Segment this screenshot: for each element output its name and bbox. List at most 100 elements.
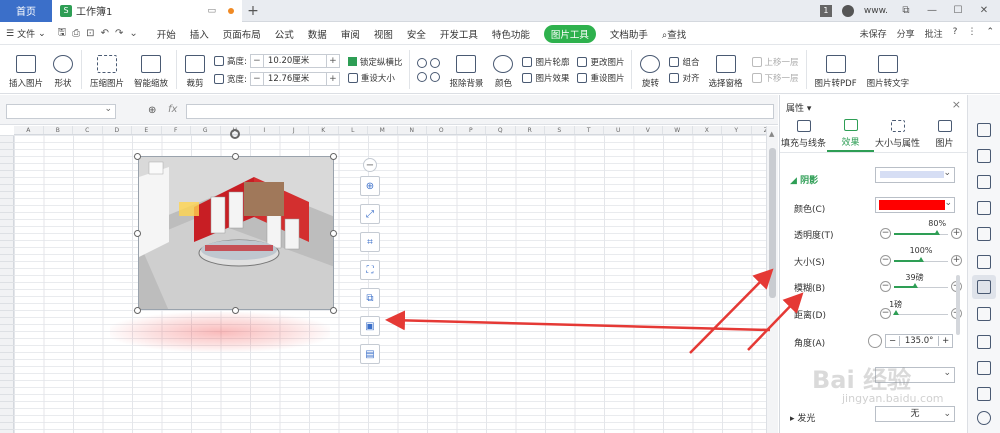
size-increase-button[interactable]: + [951,255,962,266]
minimize-icon[interactable]: — [924,5,940,16]
shadow-color-picker[interactable] [875,197,955,213]
tab-fill-line[interactable]: 填充与线条 [780,117,827,152]
column-header-p[interactable]: P [457,126,486,134]
sliders-icon[interactable] [977,280,991,294]
help-icon[interactable]: ? [953,27,958,40]
resize-handle-bottom-left[interactable] [134,307,141,314]
more-icon[interactable]: ⌄ [129,28,137,39]
float-effects-button[interactable]: ▣ [360,316,380,336]
column-header-u[interactable]: U [604,126,634,134]
user-name[interactable]: www. [864,6,888,16]
slider-knob[interactable] [918,257,924,262]
column-header-w[interactable]: W [663,126,693,134]
compress-image-button[interactable]: 压缩图片 [85,46,129,93]
name-box[interactable] [6,104,116,119]
float-more-button[interactable]: ▤ [360,344,380,364]
float-layout-button[interactable]: ⧉ [360,288,380,308]
height-decrease-button[interactable]: − [251,56,263,66]
menu-home[interactable]: 开始 [157,27,176,41]
column-header-e[interactable]: E [132,126,162,134]
width-increase-button[interactable]: + [327,74,339,84]
cell-grid[interactable] [14,135,766,433]
slider-knob[interactable] [934,230,941,235]
preview-icon[interactable]: ⊡ [86,28,94,39]
change-image-button[interactable]: 更改图片 [577,56,624,68]
contrast-up-icon[interactable] [417,71,428,82]
send-backward-button[interactable]: 下移一层 [751,72,799,84]
tab-home[interactable]: 首页 [0,0,52,22]
group-button[interactable]: 组合 [669,56,700,68]
align-button[interactable]: 对齐 [669,72,700,84]
transparency-slider[interactable]: − 80% + [880,219,962,240]
color-button[interactable]: 颜色 [488,46,518,93]
column-header-f[interactable]: F [162,126,191,134]
crop-button[interactable]: 裁剪 [180,46,210,93]
transparency-increase-button[interactable]: + [951,228,962,239]
menu-data[interactable]: 数据 [308,27,327,41]
smart-zoom-button[interactable]: 智能缩放 [129,46,173,93]
column-header-d[interactable]: D [103,126,132,134]
style-icon[interactable] [977,175,991,189]
column-header-z[interactable]: Z [752,126,766,134]
size-slider[interactable]: − 100% + [880,246,962,267]
collapse-toolbar-button[interactable]: − [363,158,377,172]
column-header-k[interactable]: K [309,126,339,134]
glow-section-header[interactable]: ▸ 发光 [790,411,815,424]
brightness-down-icon[interactable] [430,57,441,68]
reset-size-button[interactable]: 重设大小 [347,72,403,84]
chart-icon[interactable] [977,227,991,241]
tab-picture[interactable]: 图片 [921,117,968,152]
column-header-b[interactable]: B [44,126,73,134]
new-tab-button[interactable]: + [242,3,264,19]
table-icon[interactable] [977,201,991,215]
close-icon[interactable]: × [952,98,961,111]
menu-picture-tools[interactable]: 图片工具 [543,24,596,43]
column-header-q[interactable]: Q [486,126,516,134]
column-header-l[interactable]: L [339,126,368,134]
file-menu[interactable]: ☰ 文件 ⌄ [6,27,46,41]
scroll-up-icon[interactable]: ▲ [769,130,774,138]
size-decrease-button[interactable]: − [880,255,891,266]
compass-icon[interactable] [977,411,991,425]
share-icon[interactable] [977,335,991,349]
resize-handle-left[interactable] [134,230,141,237]
resize-handle-right[interactable] [330,230,337,237]
angle-decrease-button[interactable]: − [886,336,899,346]
reset-image-button[interactable]: 重设图片 [577,72,624,84]
height-stepper[interactable]: − 10.20厘米 + [249,53,340,68]
avatar[interactable] [841,4,854,17]
resize-handle-bottom-right[interactable] [330,307,337,314]
selection-pane-button[interactable]: 选择窗格 [704,46,748,93]
more-dots-icon[interactable]: ⋮ [967,27,976,40]
image-link-button[interactable]: ⤢ [360,204,380,224]
column-header-x[interactable]: X [693,126,722,134]
shape-button[interactable]: 形状 [48,46,78,93]
menu-view[interactable]: 视图 [374,27,393,41]
column-header-c[interactable]: C [73,126,103,134]
scrollbar-thumb[interactable] [769,148,776,298]
column-header-s[interactable]: S [545,126,575,134]
slider-knob[interactable] [892,310,899,315]
shadow-section-header[interactable]: ◢ 阴影 [790,173,818,186]
close-icon[interactable]: ✕ [976,5,992,16]
inserted-image[interactable] [138,156,334,310]
pointer-icon[interactable] [977,123,991,137]
resize-handle-bottom[interactable] [232,307,239,314]
formula-input[interactable] [186,104,774,119]
tab-workbook[interactable]: S 工作簿1 ▭ [52,0,242,22]
pane-scrollbar-thumb[interactable] [956,275,960,335]
width-decrease-button[interactable]: − [251,74,263,84]
blur-slider[interactable]: − 39磅 + [880,273,962,293]
effects-button[interactable]: 图片效果 [522,72,569,84]
menu-developer[interactable]: 开发工具 [440,27,478,41]
lock-ratio-checkbox[interactable]: 锁定纵横比 [347,56,402,68]
remove-background-button[interactable]: 抠除背景 [444,46,488,93]
menu-formulas[interactable]: 公式 [275,27,294,41]
transparency-decrease-button[interactable]: − [880,228,891,239]
height-value[interactable]: 10.20厘米 [262,54,327,67]
column-header-i[interactable]: I [250,126,280,134]
menu-page-layout[interactable]: 页面布局 [223,27,261,41]
column-header-y[interactable]: Y [722,126,752,134]
vertical-scrollbar[interactable]: ▲ [766,126,778,433]
zoom-image-button[interactable]: ⊕ [360,176,380,196]
